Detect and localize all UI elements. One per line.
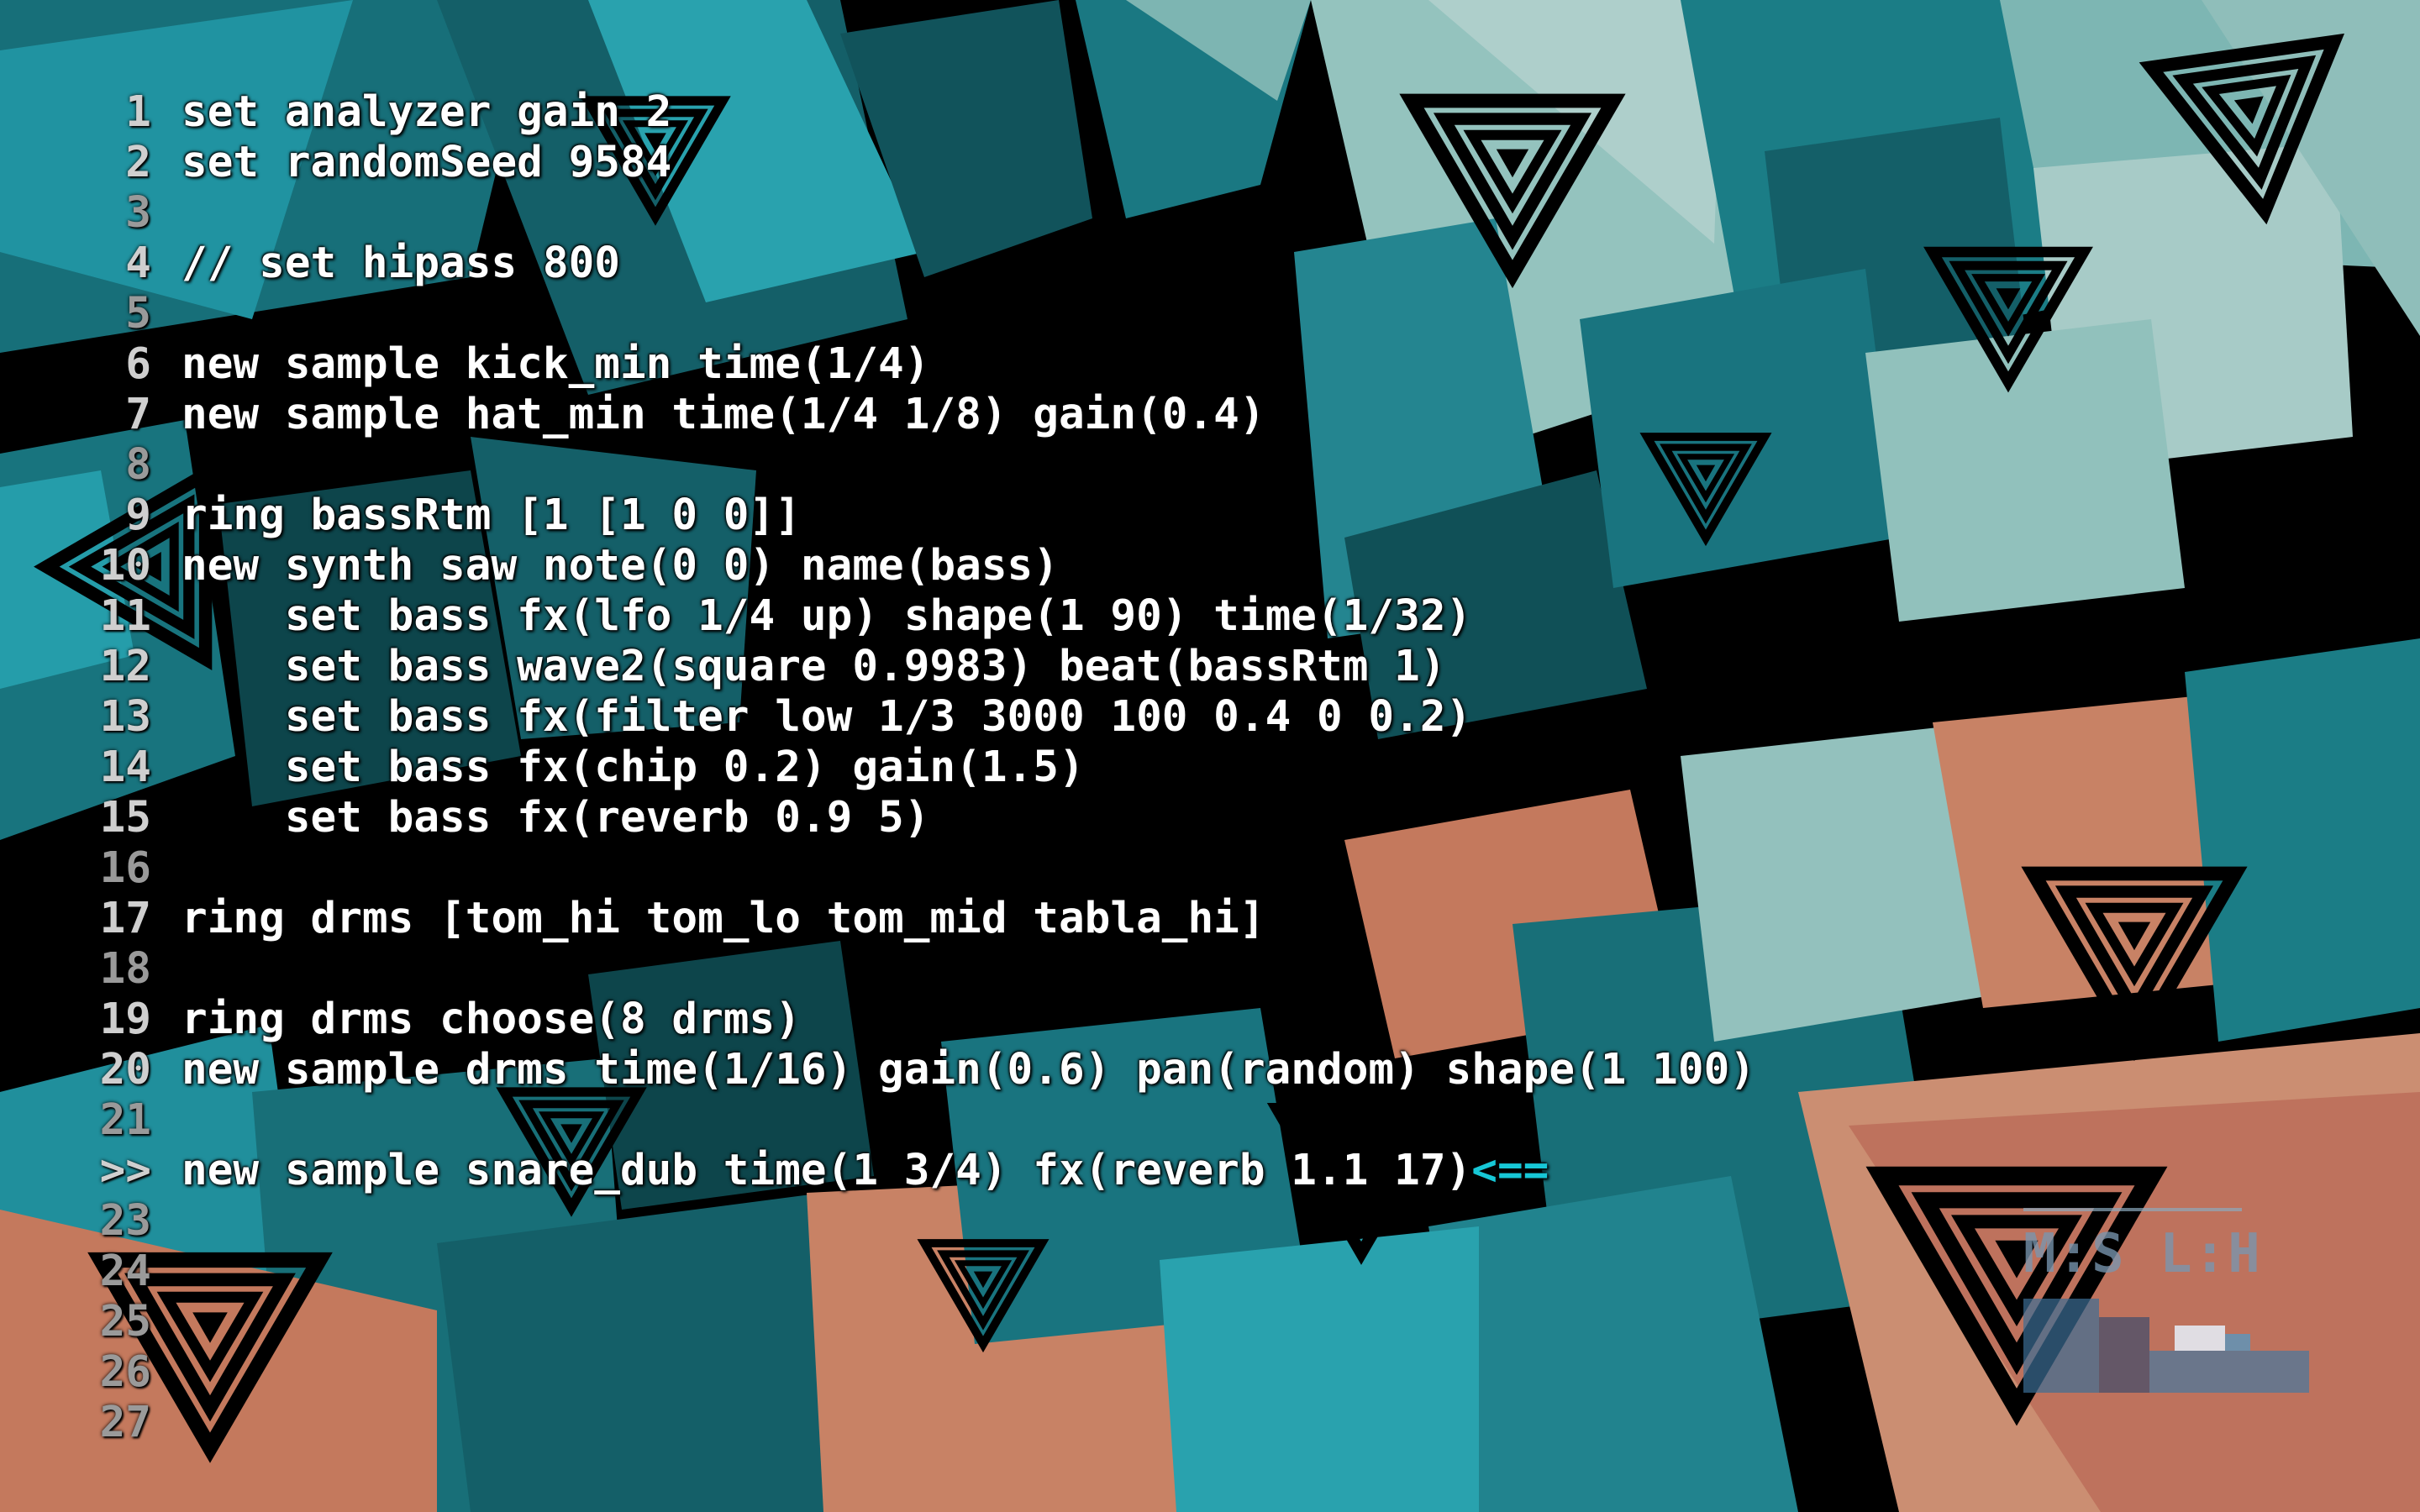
code-line[interactable]: 21 (0, 1095, 2420, 1146)
code-line[interactable]: 9 ring bassRtm [1 [1 0 0]] (0, 491, 2420, 541)
code-line[interactable]: 15 set bass fx(reverb 0.9 5) (0, 793, 2420, 843)
line-number: 2 (125, 138, 151, 187)
code-line[interactable]: 14 set bass fx(chip 0.2) gain(1.5) (0, 743, 2420, 793)
code-line[interactable]: 8 (0, 440, 2420, 491)
code-line[interactable]: 27 (0, 1398, 2420, 1448)
analyzer-meter: M:S L:H (2023, 1208, 2312, 1393)
line-code[interactable]: new sample hat_min time(1/4 1/8) gain(0.… (182, 390, 1265, 440)
code-line[interactable]: 10 new synth saw note(0 0) name(bass) (0, 541, 2420, 591)
line-code[interactable]: ring bassRtm [1 [1 0 0]] (182, 491, 801, 541)
line-code-text: set bass fx(lfo 1/4 up) shape(1 90) time… (182, 591, 1472, 641)
line-code-text: set bass wave2(square 0.9983) beat(bassR… (182, 642, 1446, 691)
line-number: 9 (125, 491, 151, 540)
line-number: 14 (99, 743, 151, 792)
code-line[interactable]: 3 (0, 188, 2420, 239)
code-line[interactable]: 11 set bass fx(lfo 1/4 up) shape(1 90) t… (0, 591, 2420, 642)
code-line[interactable]: 13 set bass fx(filter low 1/3 3000 100 0… (0, 692, 2420, 743)
line-number: 23 (99, 1196, 151, 1246)
line-code-text: set analyzer gain 2 (182, 87, 672, 137)
line-number: 5 (125, 289, 151, 339)
line-code-text: new sample hat_min time(1/4 1/8) gain(0.… (182, 390, 1265, 439)
line-number: 11 (99, 591, 151, 641)
line-number: 18 (99, 944, 151, 994)
code-line[interactable]: 7 new sample hat_min time(1/4 1/8) gain(0… (0, 390, 2420, 440)
line-code[interactable]: set randomSeed 9584 (182, 138, 671, 188)
line-code-text: new sample kick_min time(1/4) (182, 339, 930, 389)
line-number: 15 (99, 793, 151, 843)
code-line[interactable]: 4 // set hipass 800 (0, 239, 2420, 289)
code-line[interactable]: 2 set randomSeed 9584 (0, 138, 2420, 188)
code-line[interactable]: 16 (0, 843, 2420, 894)
line-code[interactable]: // set hipass 800 (182, 239, 620, 289)
line-number: 13 (99, 692, 151, 742)
line-code-text: set bass fx(filter low 1/3 3000 100 0.4 … (182, 692, 1472, 742)
line-code-text: set bass fx(reverb 0.9 5) (182, 793, 930, 843)
line-number: 26 (99, 1347, 151, 1397)
line-number: 8 (125, 440, 151, 490)
line-number: 24 (99, 1247, 151, 1296)
line-number: 10 (99, 541, 151, 591)
line-number: 4 (125, 239, 151, 288)
line-code[interactable]: set bass fx(lfo 1/4 up) shape(1 90) time… (182, 591, 1471, 642)
line-code-text: set randomSeed 9584 (182, 138, 672, 187)
line-code[interactable]: set bass fx(chip 0.2) gain(1.5) (182, 743, 1085, 793)
line-number: 19 (99, 995, 151, 1044)
code-line[interactable]: 17 ring drms [tom_hi tom_lo tom_mid tabla… (0, 894, 2420, 944)
line-number: 25 (99, 1297, 151, 1347)
line-code-text: new sample snare_dub time(1 3/4) fx(reve… (182, 1146, 1472, 1195)
line-code[interactable]: set bass fx(filter low 1/3 3000 100 0.4 … (182, 692, 1471, 743)
line-number: >> (99, 1146, 151, 1195)
code-line[interactable]: 18 (0, 944, 2420, 995)
line-code-text: new synth saw note(0 0) name(bass) (182, 541, 1059, 591)
code-line[interactable]: 1 set analyzer gain 2 (0, 87, 2420, 138)
line-code[interactable]: new sample kick_min time(1/4) (182, 339, 929, 390)
line-code-text: ring drms choose(8 drms) (182, 995, 801, 1044)
active-line-indicator: <== (1471, 1146, 1549, 1195)
line-code[interactable]: new sample snare_dub time(1 3/4) fx(reve… (182, 1146, 1549, 1196)
line-code-text: ring bassRtm [1 [1 0 0]] (182, 491, 801, 540)
code-line[interactable]: 19 ring drms choose(8 drms) (0, 995, 2420, 1045)
line-number: 12 (99, 642, 151, 691)
line-code[interactable]: ring drms [tom_hi tom_lo tom_mid tabla_h… (182, 894, 1265, 944)
line-code-text: set bass fx(chip 0.2) gain(1.5) (182, 743, 1085, 792)
line-code[interactable]: set bass wave2(square 0.9983) beat(bassR… (182, 642, 1446, 692)
line-code[interactable]: new synth saw note(0 0) name(bass) (182, 541, 1059, 591)
line-number: 17 (99, 894, 151, 943)
meter-label: M:S L:H (2023, 1223, 2262, 1285)
line-code-text: ring drms [tom_hi tom_lo tom_mid tabla_h… (182, 894, 1265, 943)
line-number: 21 (99, 1095, 151, 1145)
line-number: 16 (99, 843, 151, 893)
line-code[interactable]: new sample drms time(1/16) gain(0.6) pan… (182, 1045, 1755, 1095)
line-code-text: new sample drms time(1/16) gain(0.6) pan… (182, 1045, 1755, 1095)
code-line[interactable]: >> new sample snare_dub time(1 3/4) fx(re… (0, 1146, 2420, 1196)
line-code[interactable]: set analyzer gain 2 (182, 87, 671, 138)
line-number: 1 (125, 87, 151, 137)
line-number: 6 (125, 339, 151, 389)
code-line[interactable]: 20 new sample drms time(1/16) gain(0.6) p… (0, 1045, 2420, 1095)
line-code[interactable]: ring drms choose(8 drms) (182, 995, 801, 1045)
line-number: 20 (99, 1045, 151, 1095)
line-code-text: // set hipass 800 (182, 239, 620, 288)
line-code[interactable]: set bass fx(reverb 0.9 5) (182, 793, 930, 843)
code-line[interactable]: 5 (0, 289, 2420, 339)
line-number: 3 (125, 188, 151, 238)
code-line[interactable]: 6 new sample kick_min time(1/4) (0, 339, 2420, 390)
code-line[interactable]: 12 set bass wave2(square 0.9983) beat(ba… (0, 642, 2420, 692)
line-number: 7 (125, 390, 151, 439)
line-number: 27 (99, 1398, 151, 1447)
